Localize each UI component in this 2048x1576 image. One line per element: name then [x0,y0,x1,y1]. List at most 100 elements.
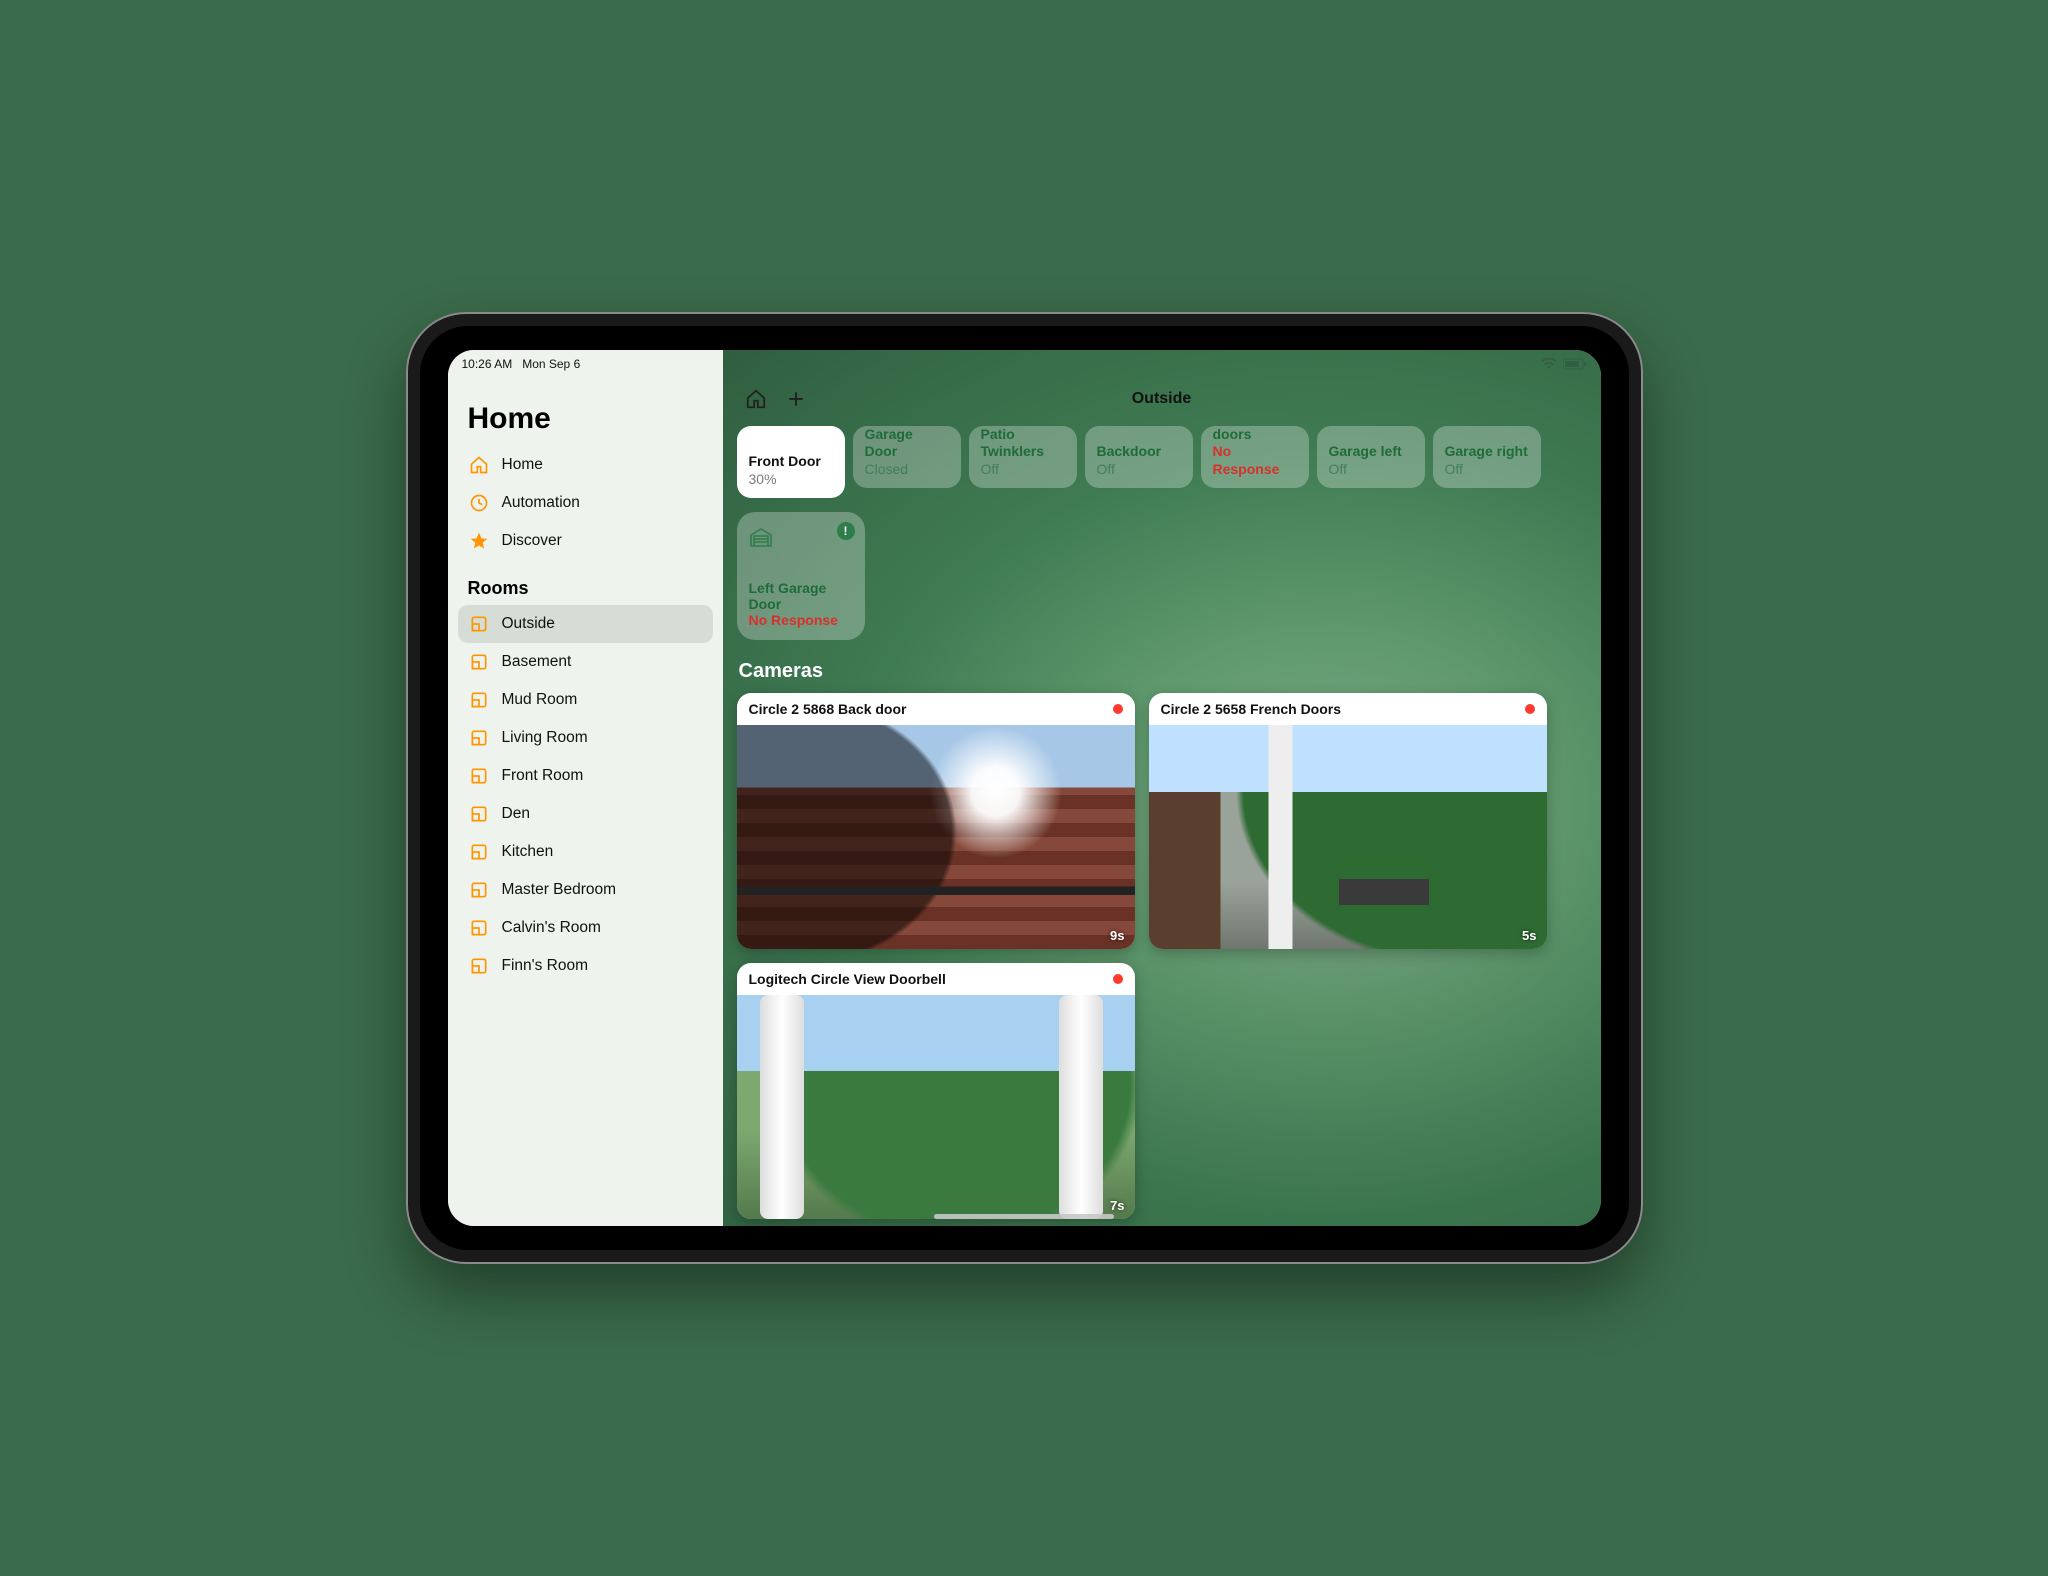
room-item-label: Master Bedroom [502,881,617,899]
home-icon [468,454,490,476]
clock-icon [468,492,490,514]
accessory-name: Patio Twinklers [981,426,1065,461]
room-item-living-room[interactable]: Living Room [458,719,713,757]
room-item-calvin-s-room[interactable]: Calvin's Room [458,909,713,947]
accessory-status: Off [1445,461,1529,479]
camera-name: Circle 2 5868 Back door [749,701,907,717]
accessory-tile[interactable]: French doorsNo Response [1201,426,1309,488]
rooms-header: Rooms [458,560,713,605]
room-item-label: Kitchen [502,843,554,861]
room-item-kitchen[interactable]: Kitchen [458,833,713,871]
camera-name: Circle 2 5658 French Doors [1161,701,1342,717]
screen: 10:26 AM Mon Sep 6 Home Home Automation Di… [448,350,1601,1226]
add-button[interactable] [781,384,811,414]
main-content: Outside Front Door30%Right Garage DoorCl… [723,350,1601,1226]
accessory-tile[interactable]: Right Garage DoorClosed [853,426,961,488]
camera-age: 7s [1110,1198,1124,1213]
status-date: Mon Sep 6 [522,357,580,371]
room-item-den[interactable]: Den [458,795,713,833]
room-item-label: Finn's Room [502,957,589,975]
accessory-tile[interactable]: Garage rightOff [1433,426,1541,488]
accessory-name: Right Garage Door [865,426,949,461]
camera-header: Circle 2 5868 Back door [737,693,1135,725]
nav-item-label: Automation [502,494,580,512]
room-item-mud-room[interactable]: Mud Room [458,681,713,719]
accessory-tile[interactable]: BackdoorOff [1085,426,1193,488]
room-icon [468,651,490,673]
camera-feed[interactable]: 5s [1149,725,1547,949]
room-item-label: Calvin's Room [502,919,601,937]
ipad-frame: 10:26 AM Mon Sep 6 Home Home Automation Di… [406,312,1643,1264]
nav-item-label: Discover [502,532,562,550]
nav-item-home[interactable]: Home [458,446,713,484]
battery-icon [1563,358,1587,370]
content-scroll[interactable]: Front Door30%Right Garage DoorClosedPati… [723,426,1601,1226]
room-icon [468,841,490,863]
status-time: 10:26 AM [462,357,513,371]
nav-item-label: Home [502,456,543,474]
accessory-name: Garage right [1445,443,1529,461]
recording-indicator-icon [1113,704,1123,714]
camera-card[interactable]: Logitech Circle View Doorbell 7s [737,963,1135,1219]
home-indicator[interactable] [934,1214,1114,1219]
room-icon [468,879,490,901]
camera-name: Logitech Circle View Doorbell [749,971,946,987]
ipad-bezel: 10:26 AM Mon Sep 6 Home Home Automation Di… [420,326,1629,1250]
camera-age: 5s [1522,928,1536,943]
room-icon [468,765,490,787]
accessory-status: Closed [865,461,949,479]
accessory-tile[interactable]: Patio TwinklersOff [969,426,1077,488]
page-title: Outside [723,390,1601,408]
recording-indicator-icon [1525,704,1535,714]
room-icon [468,727,490,749]
accessory-status: Off [981,461,1065,479]
room-item-outside[interactable]: Outside [458,605,713,643]
room-icon [468,689,490,711]
nav-item-automation[interactable]: Automation [458,484,713,522]
star-icon [468,530,490,552]
recording-indicator-icon [1113,974,1123,984]
accessory-tile[interactable]: Garage leftOff [1317,426,1425,488]
accessory-status: Off [1097,461,1181,479]
sidebar: Home Home Automation Discover Rooms Outsid… [448,350,723,1226]
accessory-name: Left Garage Door [749,580,853,612]
camera-age: 9s [1110,928,1124,943]
accessory-status: Off [1329,461,1413,479]
room-icon [468,613,490,635]
room-item-finn-s-room[interactable]: Finn's Room [458,947,713,985]
room-icon [468,917,490,939]
camera-feed[interactable]: 9s [737,725,1135,949]
status-bar: 10:26 AM Mon Sep 6 [448,350,1601,374]
room-item-basement[interactable]: Basement [458,643,713,681]
wifi-icon [1541,358,1557,370]
camera-header: Circle 2 5658 French Doors [1149,693,1547,725]
room-item-label: Outside [502,615,555,633]
room-item-label: Front Room [502,767,584,785]
room-item-label: Living Room [502,729,588,747]
accessory-name: French doors [1213,426,1297,443]
room-item-front-room[interactable]: Front Room [458,757,713,795]
home-button[interactable] [741,384,771,414]
room-item-label: Mud Room [502,691,578,709]
accessory-name: Backdoor [1097,443,1181,461]
camera-card[interactable]: Circle 2 5868 Back door 9s [737,693,1135,949]
camera-feed[interactable]: 7s [737,995,1135,1219]
accessory-status: No Response [1213,443,1297,478]
camera-card[interactable]: Circle 2 5658 French Doors 5s [1149,693,1547,949]
accessory-name: Front Door [749,453,833,471]
app-title: Home [458,384,713,446]
camera-header: Logitech Circle View Doorbell [737,963,1135,995]
warning-badge: ! [837,522,855,540]
room-item-label: Basement [502,653,572,671]
room-icon [468,955,490,977]
accessory-name: Garage left [1329,443,1413,461]
room-item-master-bedroom[interactable]: Master Bedroom [458,871,713,909]
room-item-label: Den [502,805,530,823]
room-icon [468,803,490,825]
accessory-status: No Response [749,612,853,628]
nav-item-discover[interactable]: Discover [458,522,713,560]
accessory-tile[interactable]: Front Door30% [737,426,845,498]
cameras-header: Cameras [737,646,1587,693]
topbar: Outside [723,372,1601,426]
accessory-tile-large[interactable]: ! Left Garage DoorNo Response [737,512,865,640]
